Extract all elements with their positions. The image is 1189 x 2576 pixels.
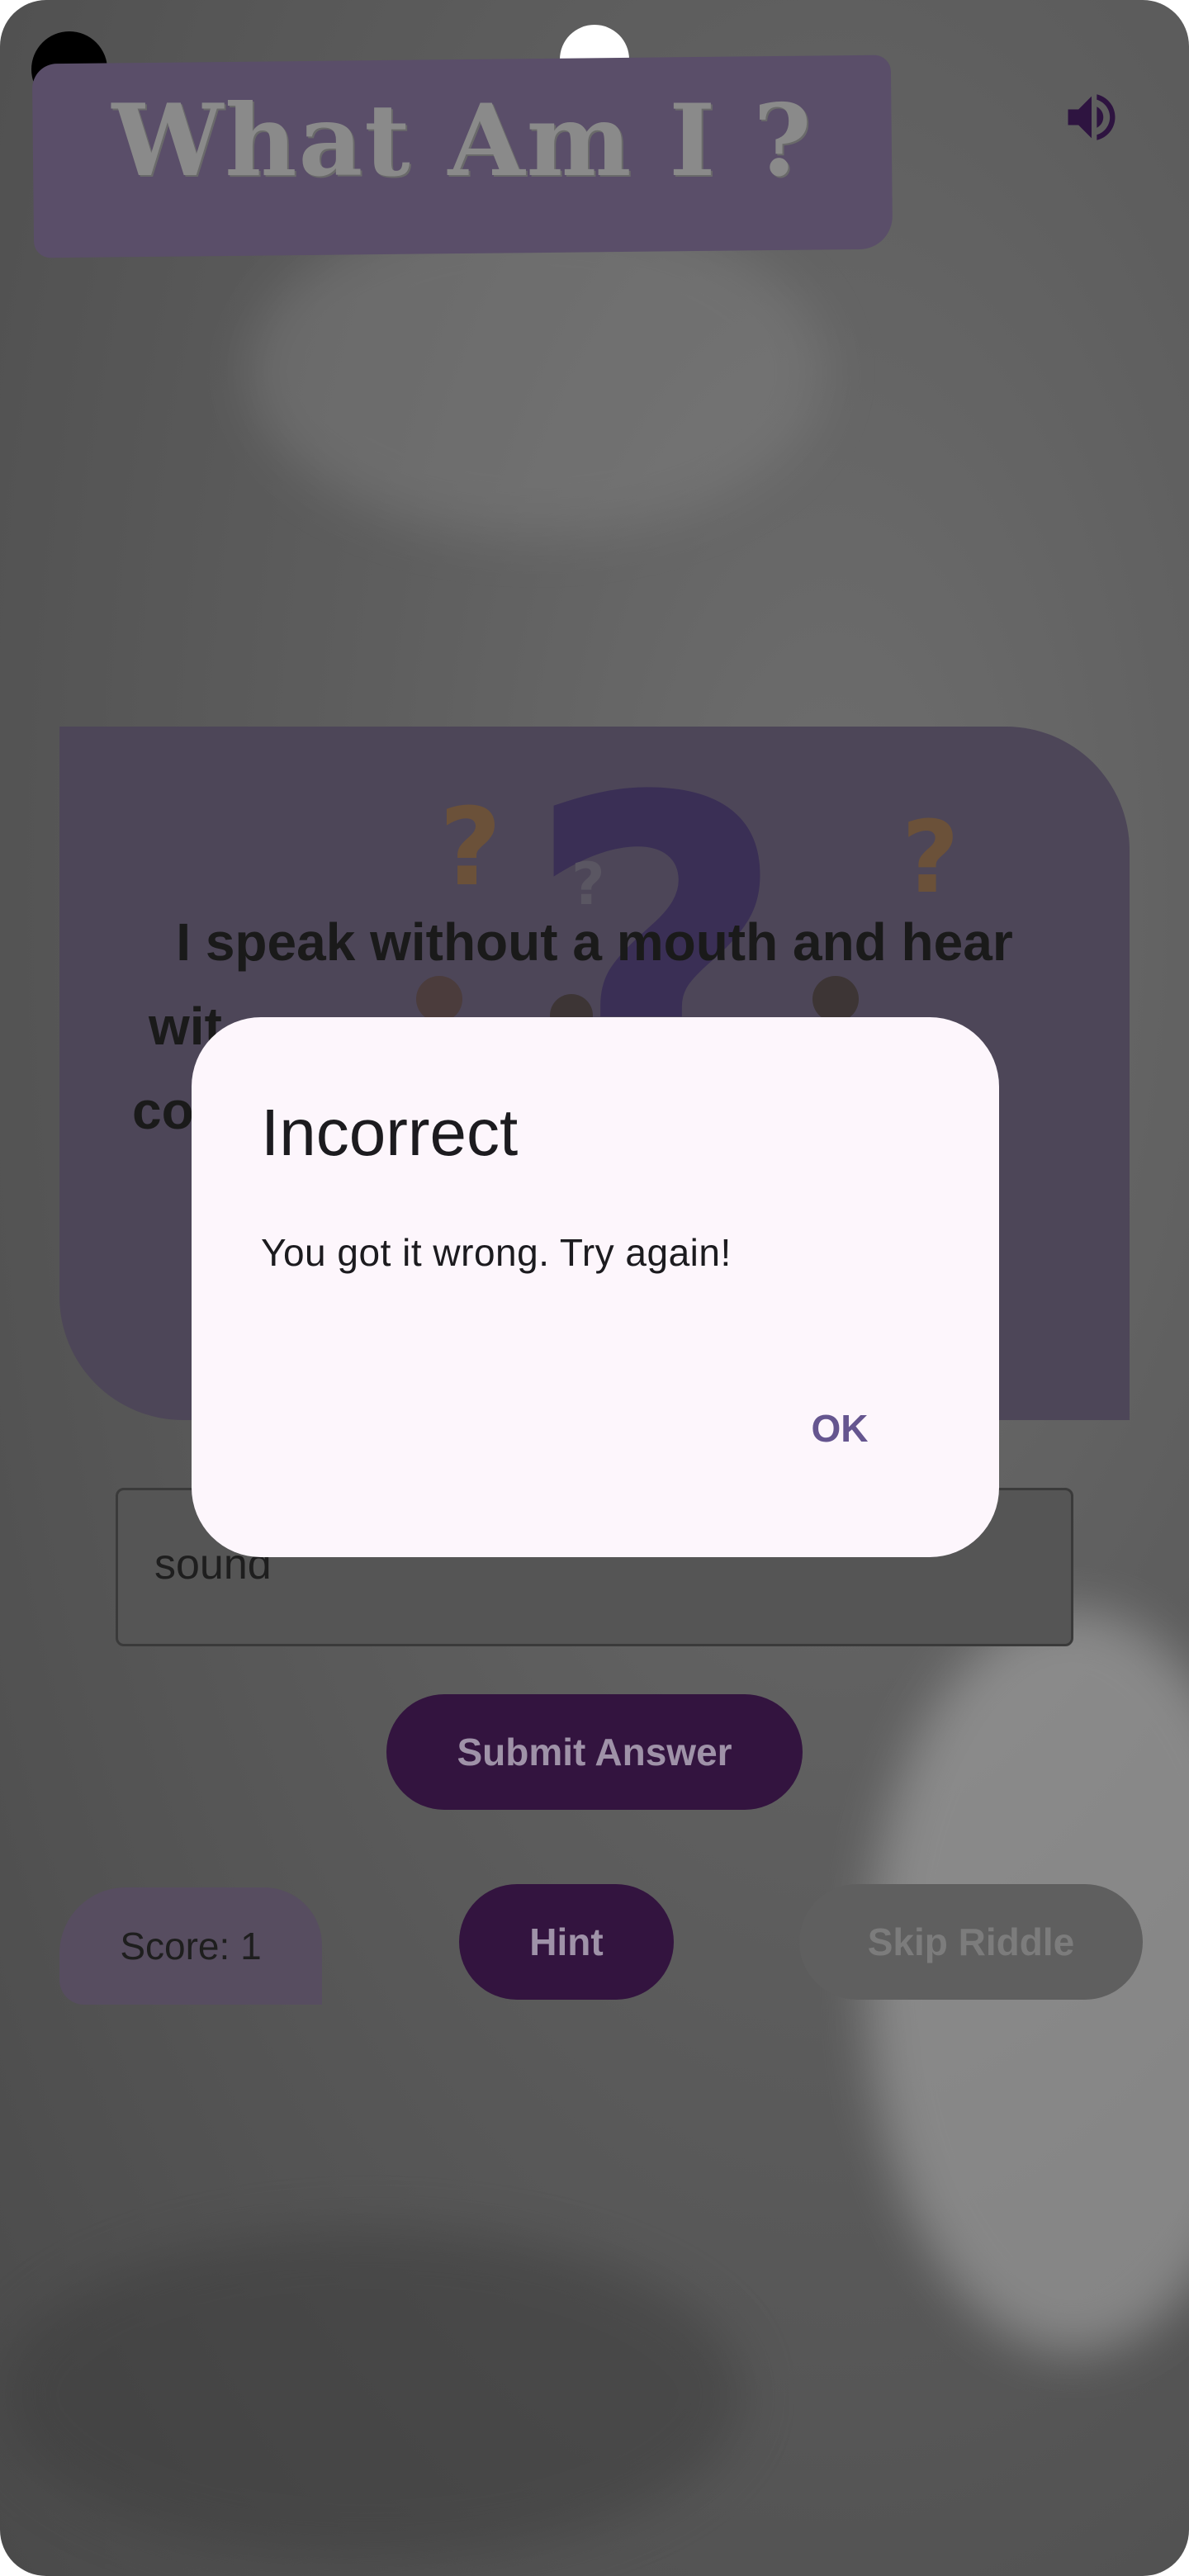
dialog-title: Incorrect <box>261 1096 519 1169</box>
app-screen: What Am I ? ? ? ? ? I speak without a mo… <box>0 0 1189 2576</box>
bg-cloud <box>248 206 826 537</box>
score-badge: Score: 1 <box>59 1887 322 2005</box>
submit-answer-button[interactable]: Submit Answer <box>386 1694 803 1810</box>
question-mark-illustration: ? <box>902 801 959 916</box>
hint-button[interactable]: Hint <box>459 1884 674 2000</box>
riddle-line: I speak without a mouth and hear <box>176 912 1013 972</box>
volume-up-icon[interactable] <box>1060 86 1123 149</box>
bg-cloud <box>0 2229 743 2559</box>
question-mark-illustration: ? <box>439 784 502 910</box>
skip-riddle-button[interactable]: Skip Riddle <box>799 1884 1143 2000</box>
dialog-ok-button[interactable]: OK <box>786 1387 893 1470</box>
app-title: What Am I ? <box>111 83 813 199</box>
dialog-message: You got it wrong. Try again! <box>261 1231 732 1274</box>
incorrect-dialog: Incorrect You got it wrong. Try again! O… <box>192 1017 999 1557</box>
